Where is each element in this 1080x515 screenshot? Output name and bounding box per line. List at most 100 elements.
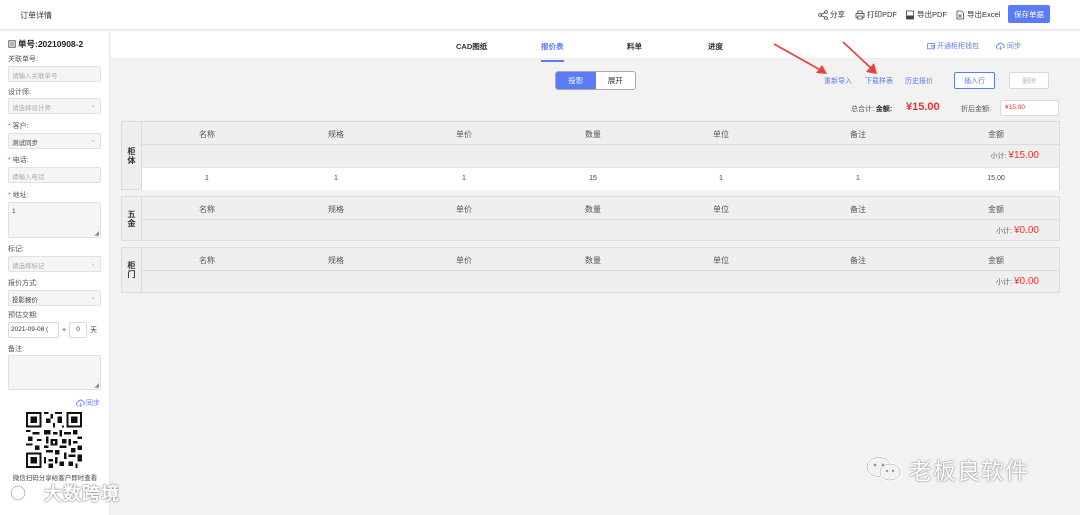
phone-input[interactable]: 请输入电话 <box>8 167 101 183</box>
watermark-right-text: 老板良软件 <box>909 458 1029 484</box>
document-tabs: CAD图纸 报价表 料单 进度 开通柜柜钱包 同步 <box>111 31 1080 62</box>
subtotal-label: 小计: <box>996 228 1012 235</box>
resize-grip-icon[interactable]: ◢ <box>94 382 99 389</box>
share-qr-code <box>26 412 82 468</box>
col-unit: 单位 <box>713 256 729 265</box>
days-unit: 天 <box>90 327 98 334</box>
tab-cad[interactable]: CAD图纸 <box>456 41 487 52</box>
subtotal: 小计: ¥0.00 <box>996 276 1039 287</box>
col-name: 名称 <box>199 256 215 265</box>
section-name: 五金 <box>122 197 142 240</box>
export-excel-button[interactable]: 导出Excel <box>955 9 1000 20</box>
col-unit-price: 单价 <box>456 130 472 139</box>
address-textarea[interactable]: 1 ◢ <box>8 202 101 238</box>
watermark-right: 老板良软件 <box>865 452 1029 486</box>
share-icon <box>818 9 828 20</box>
col-name: 名称 <box>199 130 215 139</box>
table-header: 名称 规格 单价 数量 单位 备注 金额 <box>142 122 1059 145</box>
designer-select[interactable]: 请选择设计师 ⌄ <box>8 98 101 114</box>
cell-unit-price[interactable]: 1 <box>462 175 466 182</box>
col-amount: 金额 <box>988 256 1004 265</box>
cell-quantity[interactable]: 15 <box>589 175 597 182</box>
col-unit-price: 单价 <box>456 256 472 265</box>
tab-quote[interactable]: 报价表 <box>541 41 564 62</box>
total-amount: ¥15.00 <box>906 101 940 113</box>
delete-button[interactable]: 删除 <box>1009 72 1049 89</box>
table-header: 名称 规格 单价 数量 单位 备注 金额 <box>142 248 1059 271</box>
insert-row-button[interactable]: 插入行 <box>954 72 995 89</box>
cell-unit[interactable]: 1 <box>719 175 723 182</box>
col-quantity: 数量 <box>585 130 601 139</box>
cloud-sync-icon <box>76 399 85 407</box>
view-projection-button[interactable]: 投影 <box>556 72 596 89</box>
designer-placeholder: 请选择设计师 <box>12 105 51 112</box>
delivery-label: 预估交期: <box>8 312 38 319</box>
tag-placeholder: 请选择标记 <box>12 263 45 270</box>
wallet-icon <box>927 43 935 50</box>
section-name: 柜门 <box>122 248 142 292</box>
amount-label: 金额: <box>875 106 893 113</box>
customer-select[interactable]: 测试同步 ⌄ <box>8 133 101 149</box>
delivery-row: 2021-09-08 ( + 0 天 <box>8 322 97 338</box>
cell-spec[interactable]: 1 <box>334 175 338 182</box>
discount-input[interactable]: ¥15.00 <box>1000 100 1059 116</box>
resize-grip-icon[interactable]: ◢ <box>94 230 99 237</box>
quote-method-select[interactable]: 投影报价 ⌄ <box>8 290 101 306</box>
app-header: 订单详情 分享 打印PDF 导出PDF 导出Excel 保存单据 <box>0 0 1080 30</box>
remarks-textarea[interactable]: ◢ <box>8 355 101 390</box>
export-pdf-label: 导出PDF <box>917 10 947 19</box>
discount-label: 折后金额: <box>961 106 991 113</box>
table-row[interactable]: 1 1 1 15 1 1 15.00 <box>142 167 1059 190</box>
watermark-left: 大数跨境 <box>8 480 120 506</box>
print-pdf-label: 打印PDF <box>867 10 897 19</box>
tab-progress[interactable]: 进度 <box>708 41 723 52</box>
pdf-file-icon <box>906 10 914 19</box>
annotation-arrow-download <box>842 41 877 74</box>
save-button[interactable]: 保存单据 <box>1008 5 1050 23</box>
export-pdf-button[interactable]: 导出PDF <box>905 9 947 20</box>
share-label: 分享 <box>830 10 845 19</box>
customer-label: * 客户: <box>8 123 29 130</box>
sidebar-sync-button[interactable]: 同步 <box>76 398 100 408</box>
col-unit: 单位 <box>713 130 729 139</box>
col-unit-price: 单价 <box>456 205 472 214</box>
related-order-input[interactable]: 请输入关联单号 <box>8 66 101 82</box>
sidebar-sync-label: 同步 <box>86 400 100 407</box>
subtotal: 小计: ¥0.00 <box>996 225 1039 236</box>
share-button[interactable]: 分享 <box>818 9 845 20</box>
order-number: 单号:20210908-2 <box>8 38 83 50</box>
section-hardware: 五金 名称 规格 单价 数量 单位 备注 金额 小计: ¥0.00 <box>121 196 1060 241</box>
col-spec: 规格 <box>328 256 344 265</box>
customer-label-text: 客户: <box>12 123 29 130</box>
subtotal-value: ¥0.00 <box>1013 225 1039 236</box>
col-remark: 备注 <box>850 205 866 214</box>
export-excel-label: 导出Excel <box>967 10 1001 19</box>
wechat-icon <box>865 456 902 482</box>
view-expand-button[interactable]: 展开 <box>596 72 636 89</box>
subtotal-value: ¥15.00 <box>1008 150 1039 161</box>
days-input[interactable]: 0 <box>69 322 88 338</box>
annotation-arrow-reimport <box>773 43 827 74</box>
chevron-down-icon: ⌄ <box>90 102 96 109</box>
tag-label: 标记: <box>8 246 24 253</box>
tab-materials[interactable]: 料单 <box>627 41 642 52</box>
delivery-date-input[interactable]: 2021-09-08 ( <box>8 322 59 338</box>
subtotal-row: 小计: ¥0.00 <box>142 271 1059 293</box>
top-sync-button[interactable]: 同步 <box>996 41 1021 51</box>
cell-remark[interactable]: 1 <box>856 175 860 182</box>
tag-select[interactable]: 请选择标记 ⌄ <box>8 256 101 272</box>
open-wallet-link[interactable]: 开通柜柜钱包 <box>927 41 979 51</box>
document-icon <box>8 40 16 48</box>
watermark-left-text: 大数跨境 <box>44 484 120 504</box>
order-number-text: 单号:20210908-2 <box>18 39 84 49</box>
excel-file-icon <box>956 10 964 19</box>
cloud-sync-icon <box>996 42 1005 50</box>
subtotal-label: 小计: <box>990 153 1007 160</box>
plus-sign: + <box>62 326 67 334</box>
phone-label: * 电话: <box>8 157 29 164</box>
print-pdf-button[interactable]: 打印PDF <box>855 9 897 20</box>
order-sidebar: 单号:20210908-2 关联单号: 请输入关联单号 设计师: 请选择设计师 ⌄… <box>0 31 110 515</box>
history-quote-link[interactable]: 历史报价 <box>905 76 933 86</box>
cell-name[interactable]: 1 <box>205 175 209 182</box>
subtotal-row: 小计: ¥0.00 <box>142 220 1059 242</box>
